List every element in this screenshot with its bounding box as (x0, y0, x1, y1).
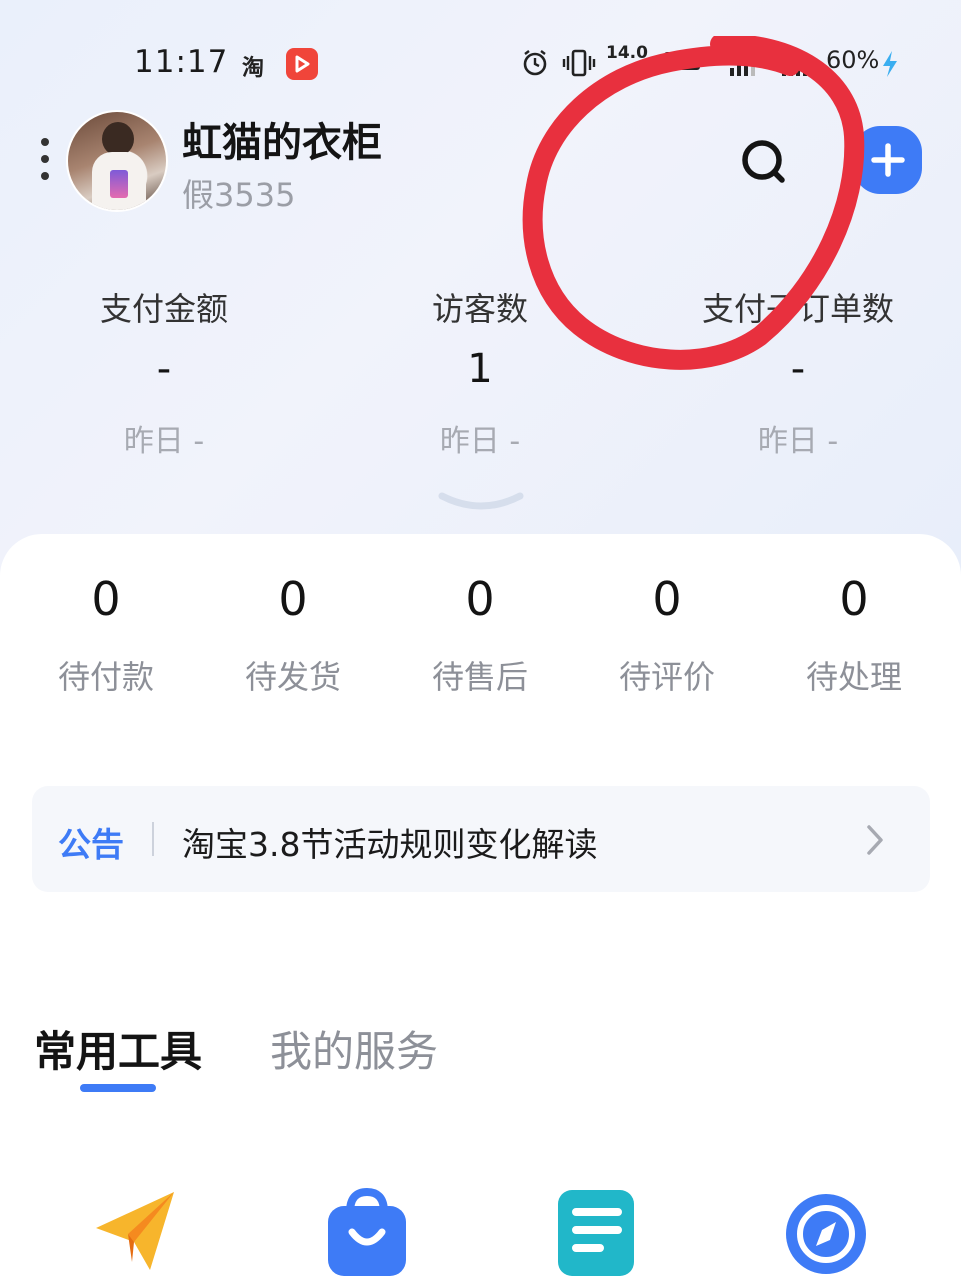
active-tab-indicator (80, 1084, 156, 1092)
charging-icon (880, 50, 900, 82)
order-label: 待处理 (805, 658, 902, 696)
alarm-icon (520, 48, 550, 82)
tab-common-tools[interactable]: 常用工具 (34, 1018, 202, 1079)
announcement-text: 淘宝3.8节活动规则变化解读 (182, 825, 598, 864)
signal-icon (728, 52, 762, 80)
stat-label: 支付金额 (99, 290, 228, 328)
document-list-icon[interactable] (552, 1186, 642, 1276)
order-label: 待付款 (57, 658, 154, 696)
avatar[interactable] (66, 110, 168, 212)
stat-value: - (156, 346, 172, 392)
stat-paid-orders[interactable]: 支付子订单数 - 昨日 - (686, 284, 910, 460)
paper-plane-icon[interactable] (92, 1186, 182, 1276)
order-after-sales[interactable]: 0 待售后 (390, 572, 570, 698)
stat-payment-amount[interactable]: 支付金额 - 昨日 - (82, 284, 246, 460)
status-time: 11:17 (134, 44, 229, 80)
expand-chevron-icon[interactable] (436, 490, 526, 518)
stat-value: - (790, 346, 806, 392)
order-pending-shipment[interactable]: 0 待发货 (203, 572, 383, 698)
order-pending-review[interactable]: 0 待评价 (577, 572, 757, 698)
add-button[interactable] (854, 126, 922, 194)
shopping-bag-icon[interactable] (322, 1186, 412, 1276)
hd-icon (664, 52, 700, 70)
order-count: 0 (91, 572, 121, 626)
stat-value: 1 (467, 346, 493, 392)
more-menu-icon[interactable] (38, 138, 52, 184)
stat-previous: 昨日 - (439, 424, 521, 459)
stat-previous: 昨日 - (757, 424, 839, 459)
search-icon[interactable] (734, 134, 794, 194)
tab-my-services[interactable]: 我的服务 (270, 1018, 438, 1079)
order-count: 0 (652, 572, 682, 626)
order-label: 待发货 (244, 658, 341, 696)
stat-label: 支付子订单数 (701, 290, 894, 328)
taobao-notification-icon: 淘 (242, 56, 265, 81)
compass-icon[interactable] (782, 1186, 872, 1276)
chevron-right-icon (864, 824, 886, 860)
signal-icon (780, 52, 814, 80)
stat-label: 访客数 (431, 290, 528, 328)
order-pending-payment[interactable]: 0 待付款 (16, 572, 196, 698)
stat-visitors[interactable]: 访客数 1 昨日 - (400, 284, 560, 460)
stat-previous: 昨日 - (123, 424, 205, 459)
order-count: 0 (465, 572, 495, 626)
network-speed: 14.0 (606, 43, 648, 63)
order-label: 待售后 (431, 658, 528, 696)
order-pending-process[interactable]: 0 待处理 (764, 572, 944, 698)
divider (152, 822, 154, 856)
status-bar: 11:17 淘 14.0 60% (0, 40, 961, 90)
battery-level: 60% (826, 46, 880, 74)
order-count: 0 (839, 572, 869, 626)
shop-name[interactable]: 虹猫的衣柜 (182, 110, 382, 168)
order-count: 0 (278, 572, 308, 626)
video-app-icon (286, 48, 318, 80)
announcement-tag: 公告 (58, 825, 124, 864)
shop-subtitle: 假3535 (182, 176, 296, 214)
vibrate-icon (562, 48, 596, 82)
order-label: 待评价 (618, 658, 715, 696)
announcement-bar[interactable]: 公告 淘宝3.8节活动规则变化解读 (32, 786, 930, 892)
